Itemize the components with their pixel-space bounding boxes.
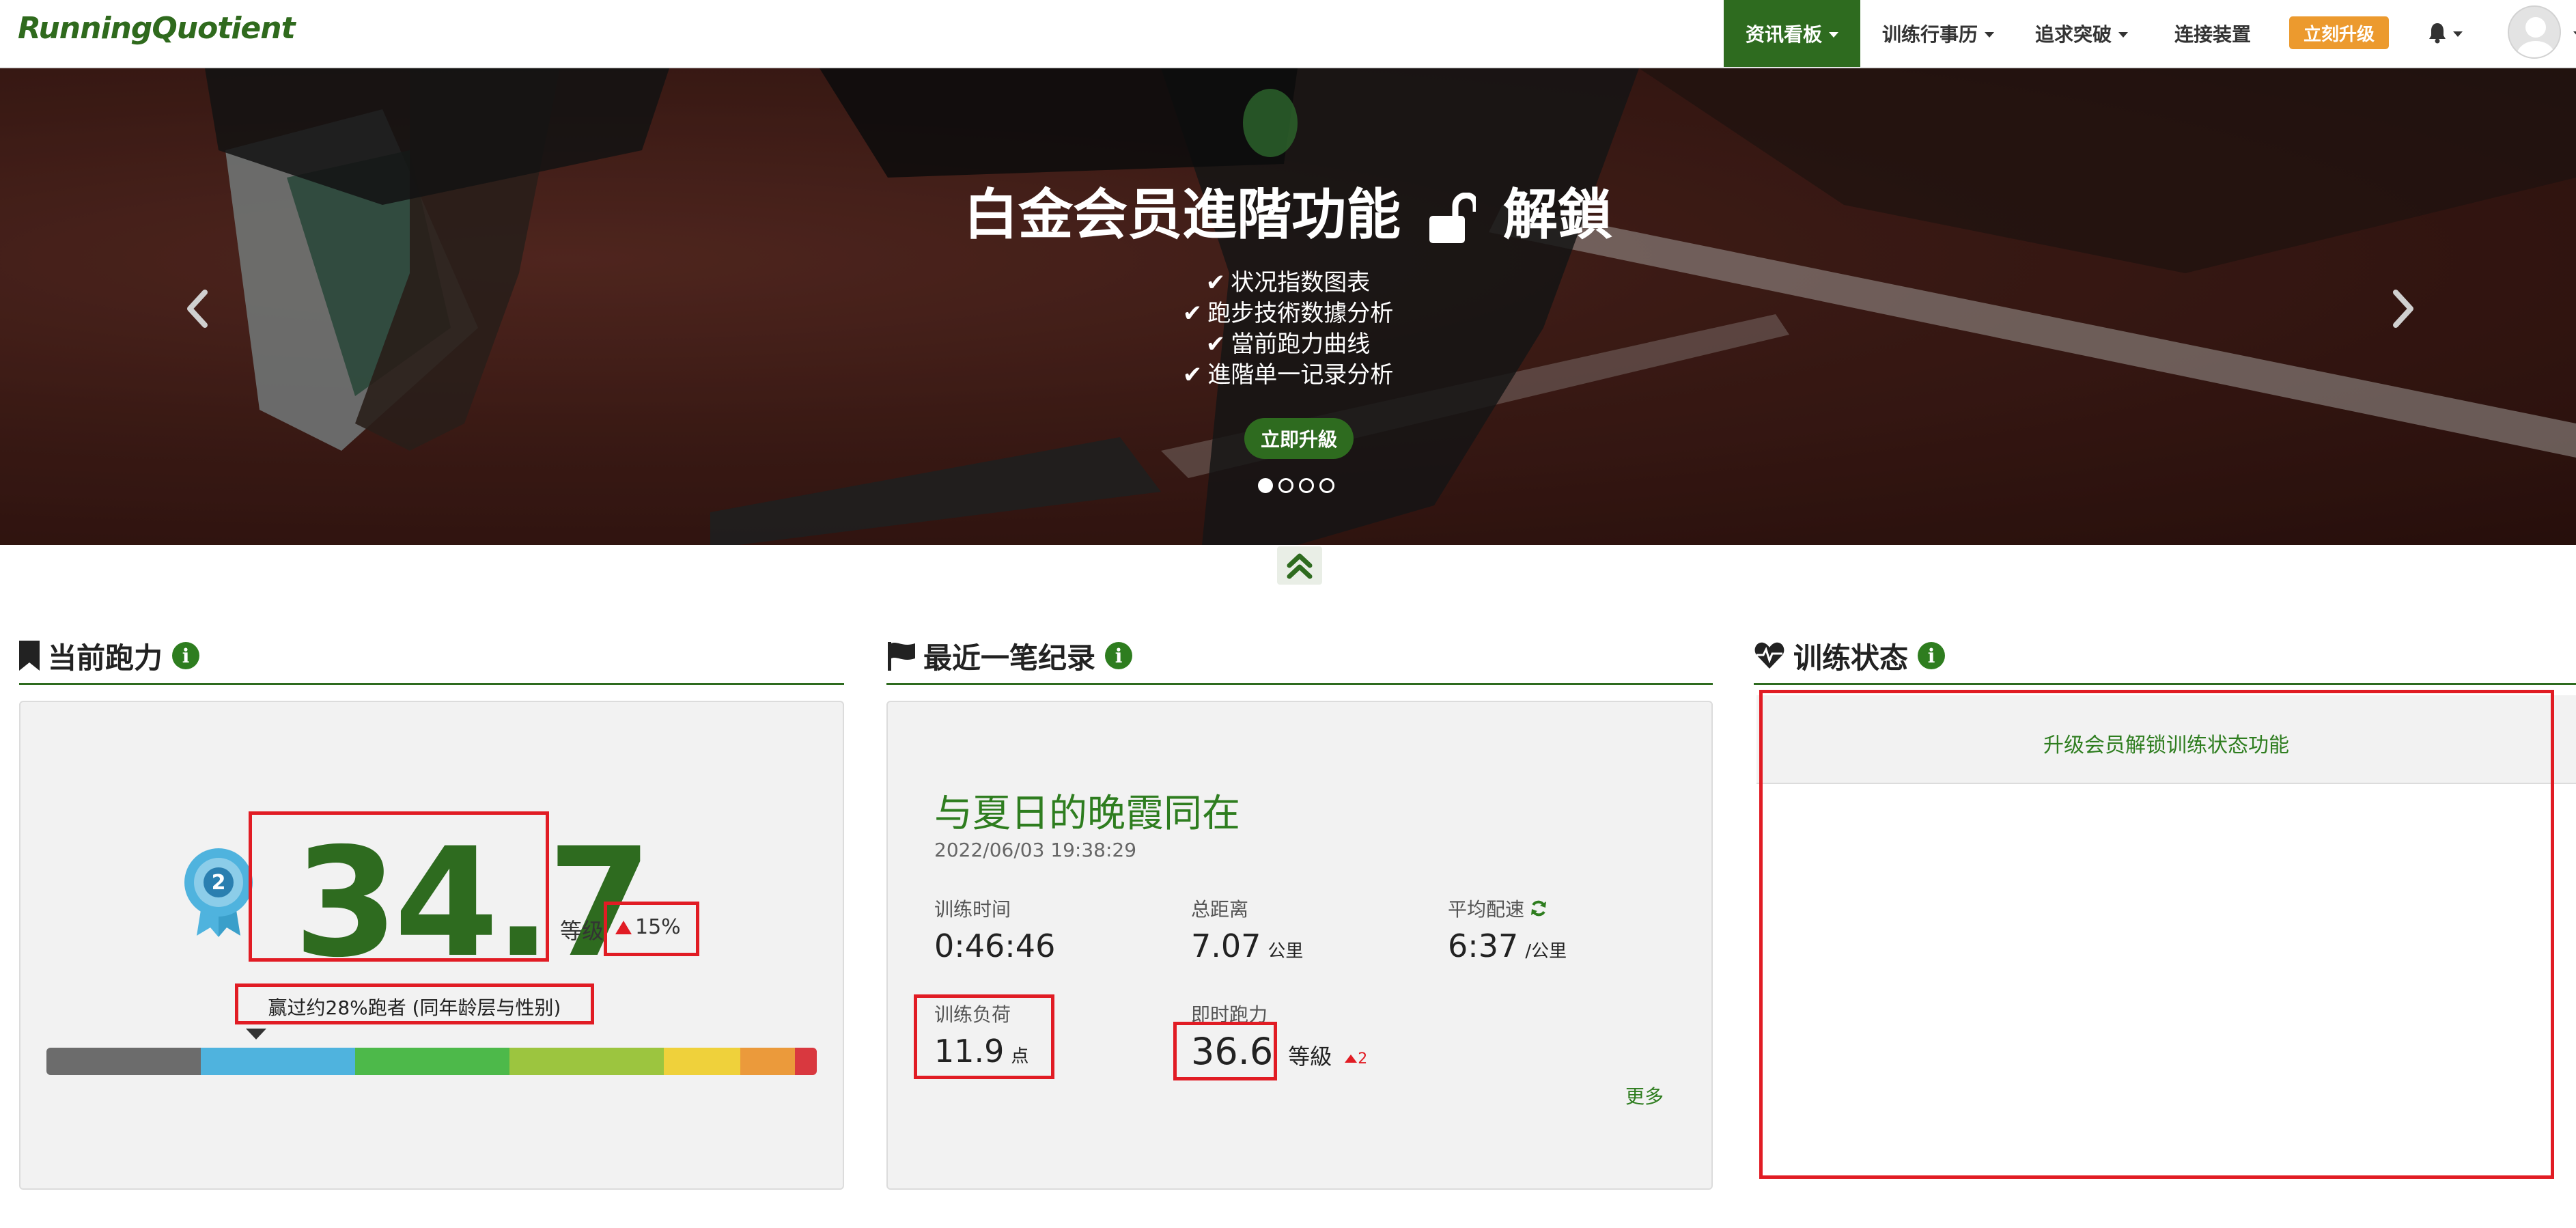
grade-label: 等级 xyxy=(560,918,604,944)
info-icon[interactable]: i xyxy=(1105,642,1133,669)
triangle-up-icon xyxy=(1345,1055,1358,1063)
grade-segment xyxy=(664,1048,740,1075)
distance-label: 总距离 xyxy=(1191,898,1249,921)
pace-unit: /公里 xyxy=(1525,941,1567,962)
nav-breakthrough[interactable]: 追求突破 xyxy=(2035,0,2129,67)
bookmark-icon xyxy=(19,641,40,671)
pace-value: 6:37 xyxy=(1448,927,1519,964)
section-header-recent-record: 最近一笔纪录 i xyxy=(886,635,1133,676)
refresh-icon[interactable] xyxy=(1530,899,1548,917)
instant-vdot-value: 36.6 xyxy=(1191,1030,1274,1073)
section-title: 当前跑力 xyxy=(48,641,163,675)
record-datetime: 2022/06/03 19:38:29 xyxy=(934,839,1137,861)
percentile-text: 赢过约28%跑者 (同年龄层与性别) xyxy=(268,996,561,1019)
chevron-down-icon[interactable] xyxy=(2573,31,2576,37)
load-value: 11.9 xyxy=(934,1033,1005,1070)
grade-scale-bar xyxy=(46,1048,817,1075)
check-icon: ✔ xyxy=(1205,331,1226,358)
user-avatar[interactable] xyxy=(2508,5,2561,59)
hero-feature-item: ✔ 當前跑力曲线 xyxy=(1205,331,1371,358)
section-divider xyxy=(19,683,844,685)
running-quotient-badge-icon: 2 xyxy=(184,848,253,937)
section-title: 最近一笔纪录 xyxy=(923,641,1096,675)
check-icon: ✔ xyxy=(1182,300,1203,327)
hero-feature-item: ✔ 跑步技術数據分析 xyxy=(1182,300,1394,327)
section-divider xyxy=(886,683,1713,685)
notifications-menu[interactable] xyxy=(2428,18,2469,48)
pointer-down-icon xyxy=(246,1029,266,1039)
badge-number: 2 xyxy=(212,871,226,895)
instant-vdot-change: 2 xyxy=(1344,1050,1367,1067)
distance-unit: 公里 xyxy=(1268,941,1304,962)
section-header-current-vdot: 当前跑力 i xyxy=(19,635,200,676)
chevron-down-icon xyxy=(1985,32,1995,38)
duration-value: 0:46:46 xyxy=(934,927,1056,964)
hero-title-part2: 解鎖 xyxy=(1502,183,1612,247)
record-title[interactable]: 与夏日的晚霞同在 xyxy=(934,783,1240,838)
hero-title: 白金会员進階功能 解鎖 xyxy=(0,171,2576,250)
instant-vdot-grade: 等級 xyxy=(1288,1044,1332,1070)
hero-carousel: 白金会员進階功能 解鎖 ✔ 状况指数图表 ✔ 跑步技術数據分析 ✔ 當前跑力曲线 ✔ 進… xyxy=(0,68,2576,545)
check-icon: ✔ xyxy=(1182,361,1203,389)
chevron-down-icon xyxy=(1829,32,1838,38)
pace-label: 平均配速 xyxy=(1448,895,1548,922)
info-icon[interactable]: i xyxy=(1918,642,1946,669)
carousel-indicator-dot[interactable] xyxy=(1299,478,1314,493)
vdot-score: 34.7 xyxy=(294,815,652,990)
vdot-change: 15% xyxy=(615,915,681,939)
load-unit: 点 xyxy=(1011,1046,1029,1067)
bell-icon xyxy=(2429,23,2446,44)
carousel-indicator-dot[interactable] xyxy=(1319,478,1334,493)
instant-vdot: 36.6 等級 2 xyxy=(1191,1030,1367,1073)
user-avatar-icon xyxy=(2517,17,2555,57)
hero-title-part1: 白金会员進階功能 xyxy=(964,183,1401,247)
upgrade-now-button[interactable]: 立刻升级 xyxy=(2289,16,2389,49)
nav-dashboard[interactable]: 资讯看板 xyxy=(1724,0,1860,67)
app-logo[interactable]: RunningQuotient xyxy=(18,11,296,46)
load-label: 训练负荷 xyxy=(934,1003,1011,1026)
section-divider xyxy=(1754,683,2576,685)
grade-segment xyxy=(46,1048,201,1075)
grade-segment xyxy=(509,1048,664,1075)
grade-segment xyxy=(355,1048,509,1075)
grade-segment xyxy=(201,1048,355,1075)
distance-value: 7.07 xyxy=(1191,927,1261,964)
highlight-box xyxy=(1759,690,2554,1179)
more-link[interactable]: 更多 xyxy=(1625,1082,1664,1109)
duration-label: 训练时间 xyxy=(934,898,1011,921)
nav-training-calendar[interactable]: 训练行事历 xyxy=(1882,0,1995,67)
nav-dashboard-label: 资讯看板 xyxy=(1745,23,1822,46)
chevron-down-icon xyxy=(2118,32,2129,38)
nav-breakthrough-label: 追求突破 xyxy=(2035,23,2112,46)
triangle-up-icon xyxy=(615,920,632,934)
collapse-hero-button[interactable] xyxy=(1277,546,1322,585)
grade-segment xyxy=(795,1048,817,1075)
unlock-icon xyxy=(1429,193,1476,244)
nav-training-calendar-label: 训练行事历 xyxy=(1882,23,1978,46)
chevron-down-icon xyxy=(2453,31,2463,37)
distance: 7.07 公里 xyxy=(1191,927,1303,964)
nav-connect-device[interactable]: 连接装置 xyxy=(2174,0,2251,67)
hero-upgrade-button[interactable]: 立即升級 xyxy=(1244,418,1354,459)
grade-segment xyxy=(740,1048,795,1075)
nav-connect-device-label: 连接装置 xyxy=(2174,23,2252,46)
info-icon[interactable]: i xyxy=(172,642,200,669)
training-load: 11.9 点 xyxy=(934,1033,1028,1070)
heartbeat-icon xyxy=(1754,642,1784,669)
hero-feature-item: ✔ 進階单一记录分析 xyxy=(1182,361,1394,389)
section-title: 训练状态 xyxy=(1793,641,1909,675)
section-header-training-status: 训练状态 i xyxy=(1754,635,1946,676)
double-chevron-up-icon xyxy=(1287,553,1313,579)
carousel-indicator-dot[interactable] xyxy=(1258,478,1273,493)
hero-feature-item: ✔ 状况指数图表 xyxy=(1205,269,1371,296)
top-navbar: RunningQuotient 资讯看板 训练行事历 追求突破 连接装置 立刻升… xyxy=(0,0,2576,68)
carousel-indicator-dot[interactable] xyxy=(1278,478,1293,493)
flag-icon xyxy=(888,642,915,671)
pace: 6:37/公里 xyxy=(1448,927,1567,964)
check-icon: ✔ xyxy=(1205,269,1226,296)
